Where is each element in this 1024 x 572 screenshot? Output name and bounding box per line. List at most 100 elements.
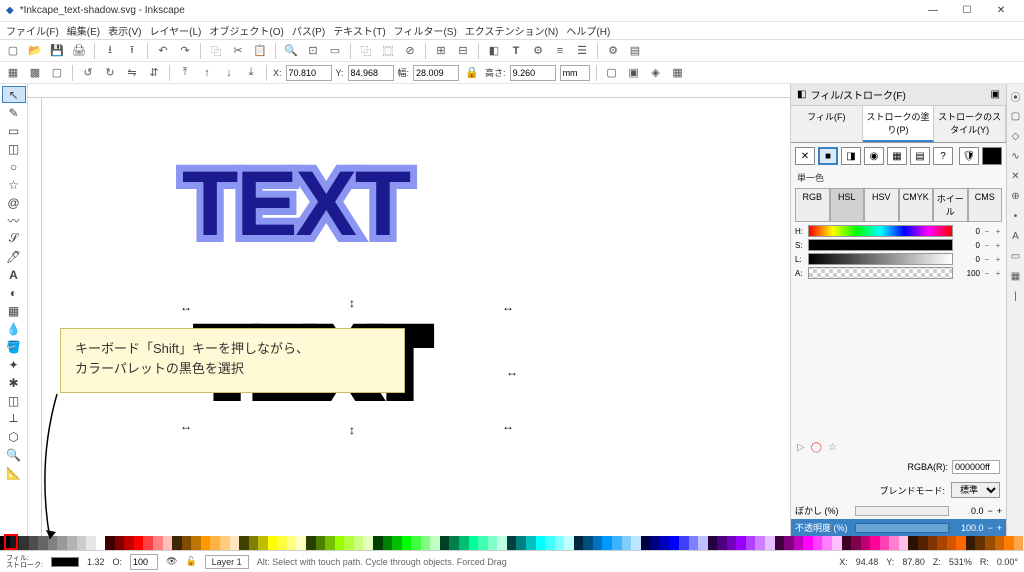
palette-swatch[interactable]: [210, 536, 220, 550]
star-tool[interactable]: ☆: [2, 176, 26, 193]
tab-fill[interactable]: フィル(F): [791, 106, 863, 142]
raise-icon[interactable]: ↑: [198, 64, 216, 82]
mode-cms[interactable]: CMS: [968, 188, 1003, 222]
ungroup-icon[interactable]: ⊟: [454, 42, 472, 60]
xml-icon[interactable]: ⚙: [529, 42, 547, 60]
palette-swatch[interactable]: [966, 536, 976, 550]
palette-swatch[interactable]: [956, 536, 966, 550]
palette-swatch[interactable]: [277, 536, 287, 550]
palette-swatch[interactable]: [832, 536, 842, 550]
opacity-slider[interactable]: [855, 523, 949, 533]
mesh-tool[interactable]: ▦: [2, 302, 26, 319]
color-palette[interactable]: [0, 536, 1024, 550]
palette-swatch[interactable]: [660, 536, 670, 550]
palette-swatch[interactable]: [803, 536, 813, 550]
zoom-page-icon[interactable]: ▭: [326, 42, 344, 60]
palette-swatch[interactable]: [899, 536, 909, 550]
palette-swatch[interactable]: [363, 536, 373, 550]
palette-swatch[interactable]: [29, 536, 39, 550]
lower-bot-icon[interactable]: ⤓: [242, 64, 260, 82]
palette-swatch[interactable]: [602, 536, 612, 550]
menu-text[interactable]: テキスト(T): [331, 23, 387, 38]
snap-icon[interactable]: ⦿: [1008, 88, 1024, 104]
duplicate-icon[interactable]: ⿻: [357, 42, 375, 60]
status-fill-swatch[interactable]: [51, 557, 79, 567]
raise-top-icon[interactable]: ⤒: [176, 64, 194, 82]
palette-swatch[interactable]: [889, 536, 899, 550]
palette-swatch[interactable]: [421, 536, 431, 550]
zoom-sel-icon[interactable]: 🔍: [282, 42, 300, 60]
connector-tool[interactable]: ⟂: [2, 410, 26, 427]
palette-swatch[interactable]: [1004, 536, 1014, 550]
palette-swatch[interactable]: [842, 536, 852, 550]
palette-swatch[interactable]: [182, 536, 192, 550]
palette-swatch[interactable]: [392, 536, 402, 550]
palette-swatch[interactable]: [851, 536, 861, 550]
palette-swatch[interactable]: [354, 536, 364, 550]
snap-mid-icon[interactable]: •: [1008, 208, 1024, 224]
circle-icon[interactable]: ◯: [811, 442, 822, 453]
paint-flat[interactable]: ■: [818, 147, 838, 165]
menu-filter[interactable]: フィルター(S): [392, 23, 459, 38]
spiral-tool[interactable]: @: [2, 194, 26, 211]
mode-cmyk[interactable]: CMYK: [899, 188, 934, 222]
close-button[interactable]: ✕: [984, 1, 1018, 21]
palette-swatch[interactable]: [727, 536, 737, 550]
palette-swatch[interactable]: [296, 536, 306, 550]
paste-icon[interactable]: 📋: [251, 42, 269, 60]
palette-swatch[interactable]: [717, 536, 727, 550]
palette-swatch[interactable]: [201, 536, 211, 550]
snap-inter-icon[interactable]: ✕: [1008, 168, 1024, 184]
palette-swatch[interactable]: [143, 536, 153, 550]
palette-swatch[interactable]: [880, 536, 890, 550]
palette-swatch[interactable]: [191, 536, 201, 550]
print-icon[interactable]: 🖨: [70, 42, 88, 60]
snap-node-icon[interactable]: ◇: [1008, 128, 1024, 144]
lock-icon[interactable]: 🔒: [463, 64, 481, 82]
dock-close-icon[interactable]: ▣: [991, 89, 1000, 100]
docprops-icon[interactable]: ▤: [626, 42, 644, 60]
palette-swatch[interactable]: [325, 536, 335, 550]
paint-pattern[interactable]: ▦: [887, 147, 907, 165]
palette-swatch[interactable]: [545, 536, 555, 550]
palette-swatch[interactable]: [402, 536, 412, 550]
w-input[interactable]: [413, 65, 459, 81]
palette-swatch[interactable]: [488, 536, 498, 550]
status-layer[interactable]: Layer 1: [205, 555, 249, 569]
palette-swatch[interactable]: [708, 536, 718, 550]
palette-swatch[interactable]: [19, 536, 29, 550]
move-grad-icon[interactable]: ◈: [647, 64, 665, 82]
menu-object[interactable]: オブジェクト(O): [207, 23, 285, 38]
palette-swatch[interactable]: [765, 536, 775, 550]
palette-swatch[interactable]: [861, 536, 871, 550]
menu-path[interactable]: パス(P): [290, 23, 327, 38]
palette-swatch[interactable]: [411, 536, 421, 550]
paint-swatch[interactable]: ▤: [910, 147, 930, 165]
cut-icon[interactable]: ✂: [229, 42, 247, 60]
palette-swatch[interactable]: [813, 536, 823, 550]
new-icon[interactable]: ▢: [4, 42, 22, 60]
palette-swatch[interactable]: [536, 536, 546, 550]
palette-swatch[interactable]: [555, 536, 565, 550]
mode-hsl[interactable]: HSL: [830, 188, 865, 222]
palette-swatch[interactable]: [77, 536, 87, 550]
x-input[interactable]: [286, 65, 332, 81]
tab-stroke-style[interactable]: ストロークのスタイル(Y): [934, 106, 1006, 142]
palette-swatch[interactable]: [449, 536, 459, 550]
star-ind-icon[interactable]: ☆: [828, 442, 837, 453]
calligraphy-tool[interactable]: 🖊: [2, 248, 26, 265]
selector-tool[interactable]: ↖: [2, 86, 26, 103]
text-tool[interactable]: A: [2, 266, 26, 283]
clone-icon[interactable]: ⿴: [379, 42, 397, 60]
palette-swatch[interactable]: [249, 536, 259, 550]
palette-swatch[interactable]: [937, 536, 947, 550]
export-icon[interactable]: ⭱: [123, 42, 141, 60]
palette-swatch[interactable]: [335, 536, 345, 550]
palette-swatch[interactable]: [239, 536, 249, 550]
h-input[interactable]: [510, 65, 556, 81]
palette-swatch[interactable]: [478, 536, 488, 550]
palette-swatch[interactable]: [755, 536, 765, 550]
menu-layer[interactable]: レイヤー(L): [147, 23, 203, 38]
palette-swatch[interactable]: [995, 536, 1005, 550]
menu-view[interactable]: 表示(V): [106, 23, 143, 38]
